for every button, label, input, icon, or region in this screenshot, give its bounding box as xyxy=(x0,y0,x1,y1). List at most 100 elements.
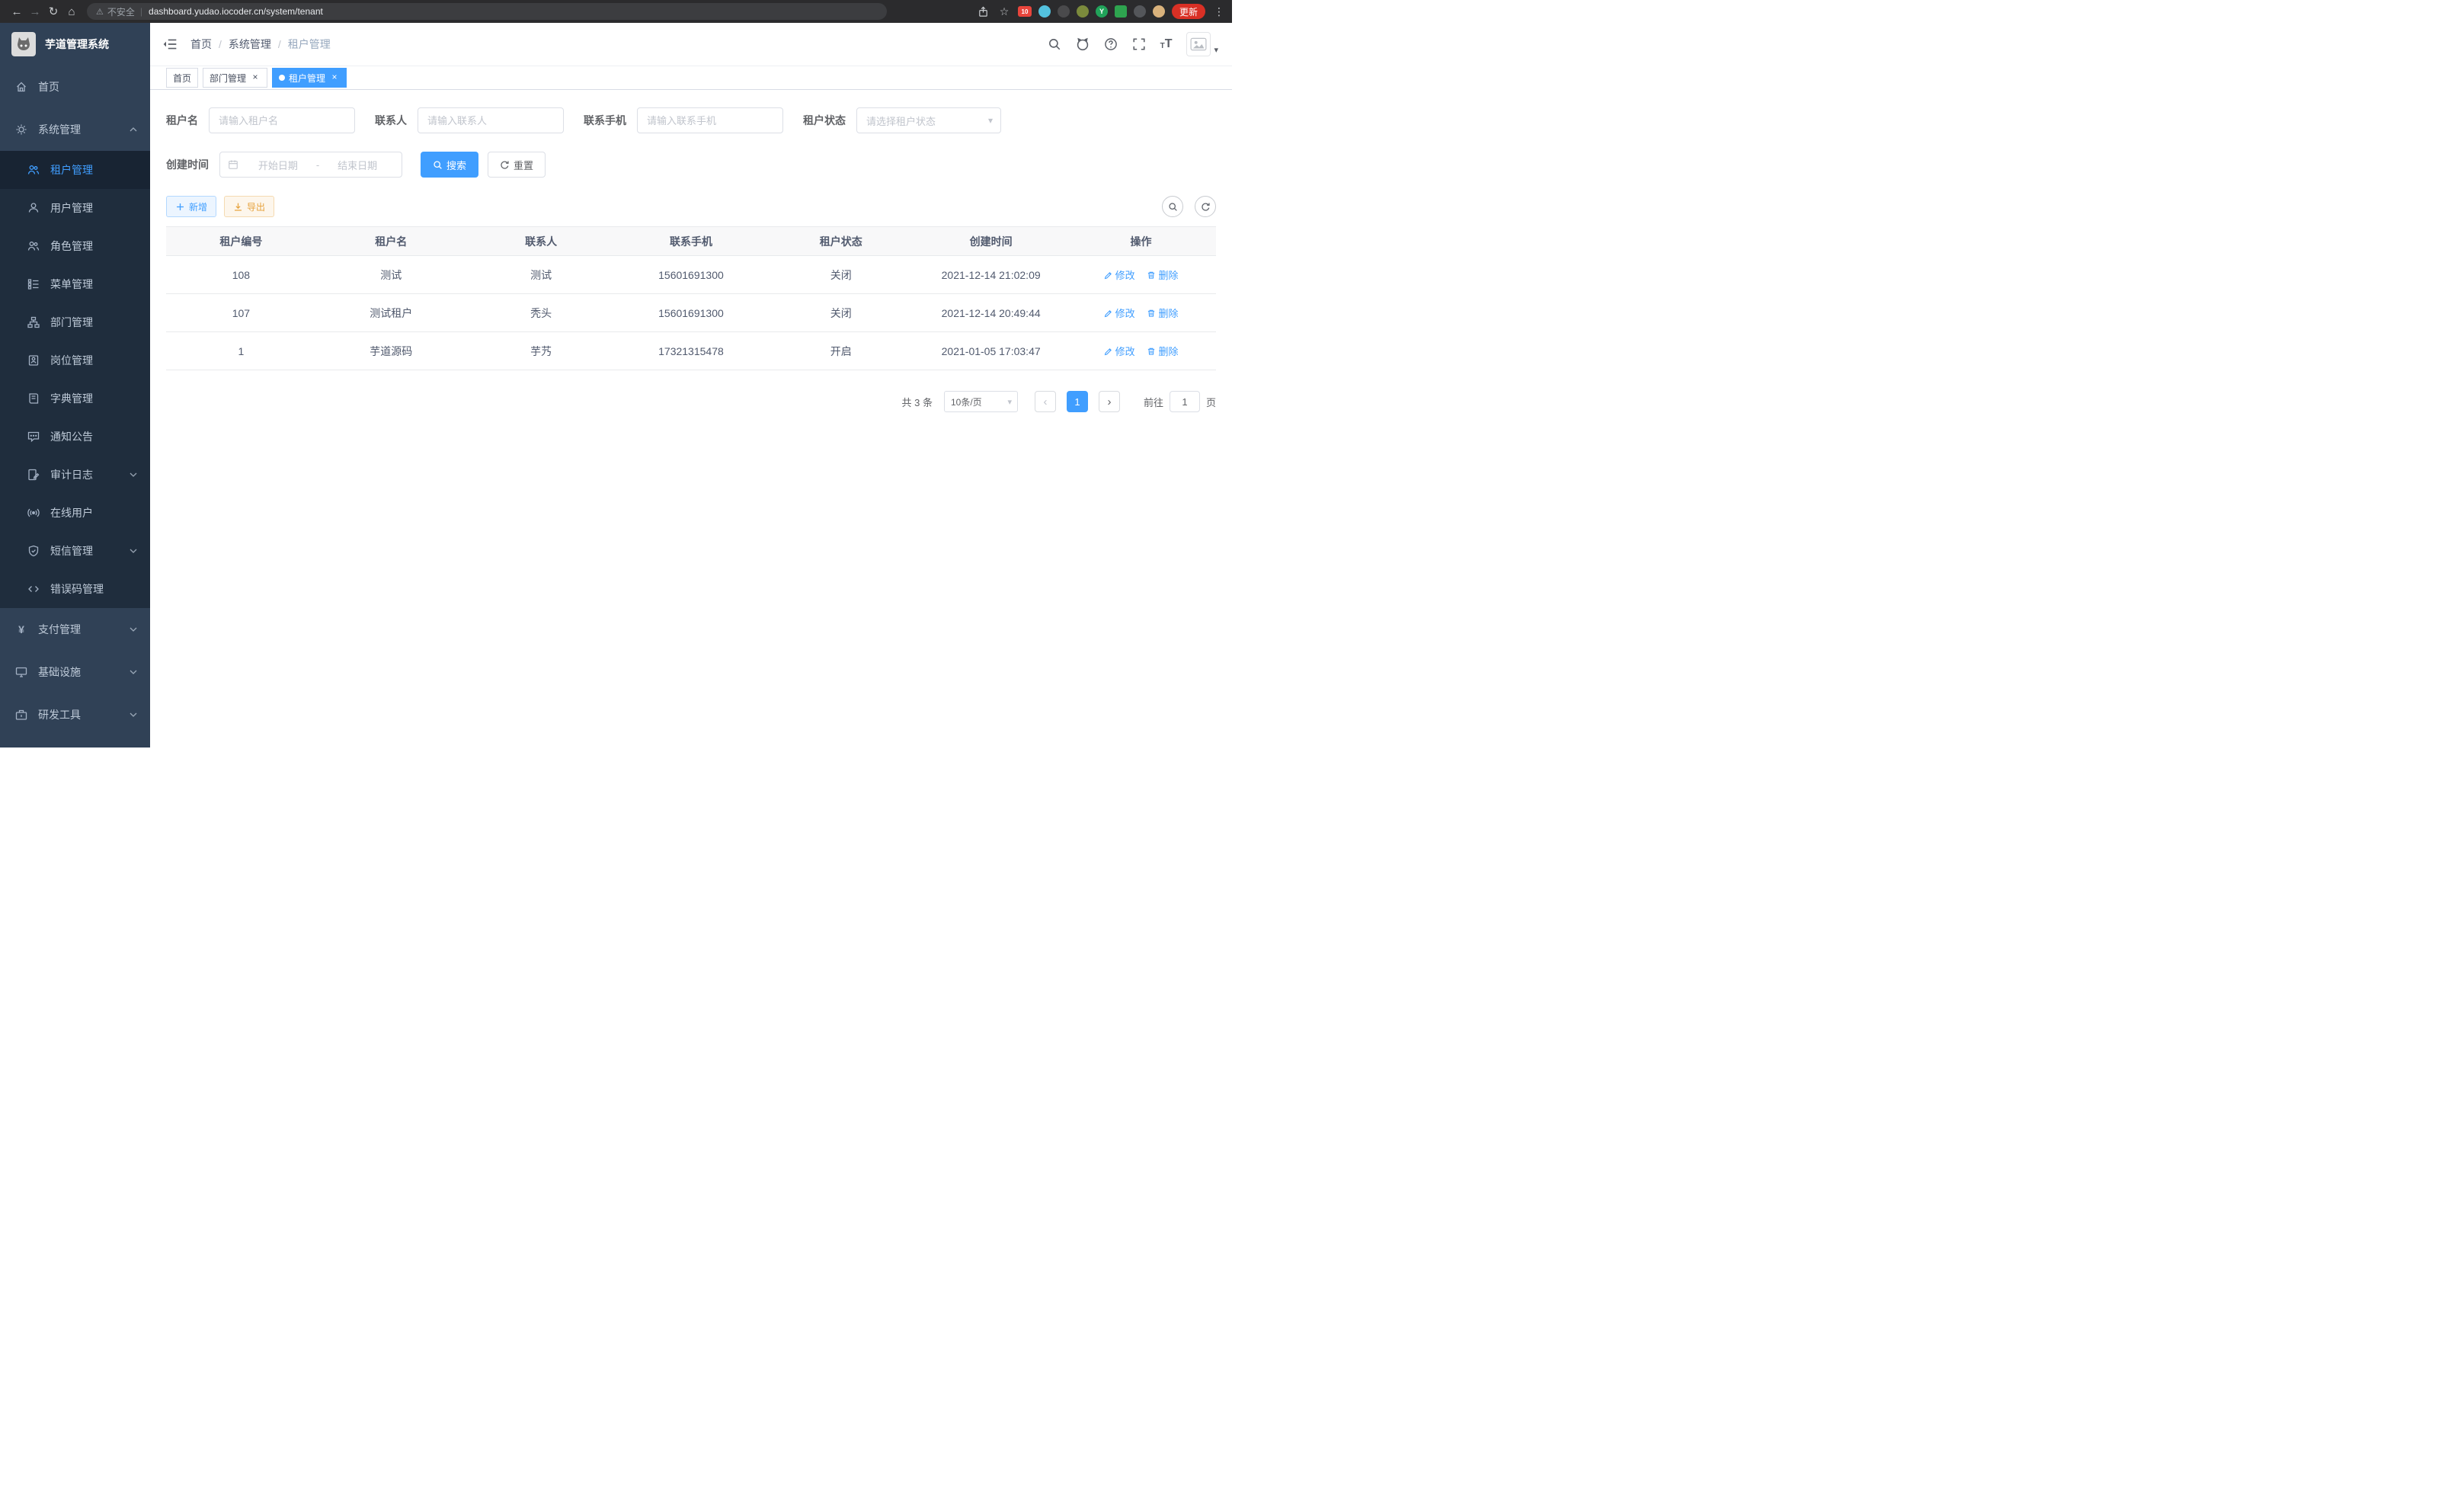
goto-page-input[interactable] xyxy=(1170,391,1200,412)
breadcrumb-home[interactable]: 首页 xyxy=(190,37,212,52)
sidebar-item-audit-log[interactable]: 审计日志 xyxy=(0,456,150,494)
app-title: 芋道管理系统 xyxy=(45,37,109,52)
edit-link[interactable]: 修改 xyxy=(1104,344,1135,358)
sidebar-item-error-code[interactable]: 错误码管理 xyxy=(0,570,150,608)
ext-icon-blue[interactable] xyxy=(1038,5,1051,18)
message-icon xyxy=(27,431,40,443)
status-select[interactable]: 请选择租户状态 ▾ xyxy=(856,107,1001,133)
ext-icon-plugin[interactable] xyxy=(1134,5,1146,18)
tab-tenant[interactable]: 租户管理 × xyxy=(272,68,347,88)
edit-label: 修改 xyxy=(1115,306,1135,320)
sidebar-item-dept[interactable]: 部门管理 xyxy=(0,303,150,341)
trash-icon xyxy=(1147,347,1156,356)
browser-menu-icon[interactable]: ⋮ xyxy=(1214,5,1224,18)
sidebar-item-post[interactable]: 岗位管理 xyxy=(0,341,150,379)
sidebar-item-home[interactable]: 首页 xyxy=(0,66,150,108)
contact-name-input[interactable] xyxy=(418,107,564,133)
export-button-label: 导出 xyxy=(247,200,265,213)
gear-icon xyxy=(15,123,27,136)
tab-home[interactable]: 首页 xyxy=(166,68,198,88)
add-button[interactable]: 新增 xyxy=(166,196,216,217)
address-bar[interactable]: ⚠ 不安全 | dashboard.yudao.iocoder.cn/syste… xyxy=(87,3,887,20)
sidebar-item-label: 基础设施 xyxy=(38,664,81,680)
github-icon[interactable] xyxy=(1076,37,1090,51)
browser-home-button[interactable]: ⌂ xyxy=(62,2,81,21)
ext-icon-olive[interactable] xyxy=(1077,5,1089,18)
help-icon[interactable] xyxy=(1104,37,1118,51)
bookmark-star-icon[interactable]: ☆ xyxy=(997,5,1011,18)
caret-down-icon: ▾ xyxy=(1214,45,1218,55)
filter-contact-name: 联系人 xyxy=(375,107,564,133)
edit-link[interactable]: 修改 xyxy=(1104,267,1135,282)
url-text[interactable]: dashboard.yudao.iocoder.cn/system/tenant xyxy=(149,6,323,17)
delete-link[interactable]: 删除 xyxy=(1147,344,1178,358)
col-status: 租户状态 xyxy=(766,227,916,256)
contact-mobile-input[interactable] xyxy=(637,107,783,133)
sidebar-item-sms[interactable]: 短信管理 xyxy=(0,532,150,570)
sidebar-item-system[interactable]: 系统管理 xyxy=(0,108,150,151)
tenant-name-input[interactable] xyxy=(209,107,355,133)
delete-link[interactable]: 删除 xyxy=(1147,267,1178,282)
cell-id: 1 xyxy=(166,332,316,370)
date-range-picker[interactable]: 开始日期 - 结束日期 xyxy=(219,152,402,178)
export-button[interactable]: 导出 xyxy=(224,196,274,217)
prev-page-button[interactable]: ‹ xyxy=(1035,391,1056,412)
search-icon[interactable] xyxy=(1048,37,1061,51)
sidebar-item-online-user[interactable]: 在线用户 xyxy=(0,494,150,532)
table-header-row: 租户编号 租户名 联系人 联系手机 租户状态 创建时间 操作 xyxy=(166,227,1216,256)
share-icon[interactable] xyxy=(977,5,990,18)
sidebar-item-infra[interactable]: 基础设施 xyxy=(0,651,150,693)
close-icon[interactable]: × xyxy=(250,72,261,83)
next-page-button[interactable]: › xyxy=(1099,391,1120,412)
trash-icon xyxy=(1147,309,1156,318)
page-size-select[interactable]: 10条/页 ▾ xyxy=(944,391,1018,412)
browser-forward-button[interactable]: → xyxy=(26,2,44,21)
browser-reload-button[interactable]: ↻ xyxy=(44,2,62,21)
sidebar-item-label: 菜单管理 xyxy=(50,277,93,292)
fullscreen-icon[interactable] xyxy=(1132,37,1146,51)
sidebar-item-tenant[interactable]: 租户管理 xyxy=(0,151,150,189)
reset-button[interactable]: 重置 xyxy=(488,152,546,178)
chevron-down-icon xyxy=(129,546,138,555)
ext-icon-green-square[interactable] xyxy=(1115,5,1127,18)
shield-icon xyxy=(27,545,40,557)
breadcrumb-system[interactable]: 系统管理 xyxy=(229,37,271,52)
col-actions: 操作 xyxy=(1066,227,1216,256)
sidebar-item-menu[interactable]: 菜单管理 xyxy=(0,265,150,303)
sidebar-item-notice[interactable]: 通知公告 xyxy=(0,418,150,456)
sidebar-item-role[interactable]: 角色管理 xyxy=(0,227,150,265)
browser-update-button[interactable]: 更新 xyxy=(1172,4,1205,19)
ext-icon-adblock[interactable]: 10 xyxy=(1018,6,1032,17)
browser-back-button[interactable]: ← xyxy=(8,2,26,21)
sidebar-item-label: 系统管理 xyxy=(38,122,81,137)
ext-icon-dark[interactable] xyxy=(1058,5,1070,18)
tenant-table: 租户编号 租户名 联系人 联系手机 租户状态 创建时间 操作 108 测试 测试 xyxy=(166,226,1216,370)
security-label[interactable]: 不安全 xyxy=(107,5,135,18)
system-submenu: 租户管理 用户管理 角色管理 菜单管理 部门管理 xyxy=(0,151,150,608)
delete-link[interactable]: 删除 xyxy=(1147,306,1178,320)
app-logo[interactable]: 芋道管理系统 xyxy=(0,23,150,66)
page-number-current[interactable]: 1 xyxy=(1067,391,1088,412)
refresh-table-button[interactable] xyxy=(1195,196,1216,217)
sidebar-item-pay[interactable]: ¥ 支付管理 xyxy=(0,608,150,651)
user-avatar-menu[interactable]: ▾ xyxy=(1186,32,1218,56)
edit-label: 修改 xyxy=(1115,267,1135,282)
ext-icon-avatar[interactable] xyxy=(1153,5,1165,18)
sidebar-item-dict[interactable]: 字典管理 xyxy=(0,379,150,418)
chevron-up-icon xyxy=(129,125,138,134)
search-button[interactable]: 搜索 xyxy=(421,152,478,178)
tab-label: 租户管理 xyxy=(289,72,325,85)
cell-name: 芋道源码 xyxy=(316,332,466,370)
close-icon[interactable]: × xyxy=(329,72,340,83)
cell-status: 关闭 xyxy=(766,294,916,332)
edit-link[interactable]: 修改 xyxy=(1104,306,1135,320)
sidebar-item-user[interactable]: 用户管理 xyxy=(0,189,150,227)
toggle-search-button[interactable] xyxy=(1162,196,1183,217)
sidebar-item-devtools[interactable]: 研发工具 xyxy=(0,693,150,736)
tab-dept[interactable]: 部门管理 × xyxy=(203,68,267,88)
ext-icon-green[interactable]: Y xyxy=(1096,5,1108,18)
pencil-icon xyxy=(1104,271,1113,280)
sidebar-item-label: 租户管理 xyxy=(50,162,93,178)
font-size-icon[interactable]: TT xyxy=(1160,38,1173,50)
collapse-sidebar-icon[interactable] xyxy=(162,37,178,52)
